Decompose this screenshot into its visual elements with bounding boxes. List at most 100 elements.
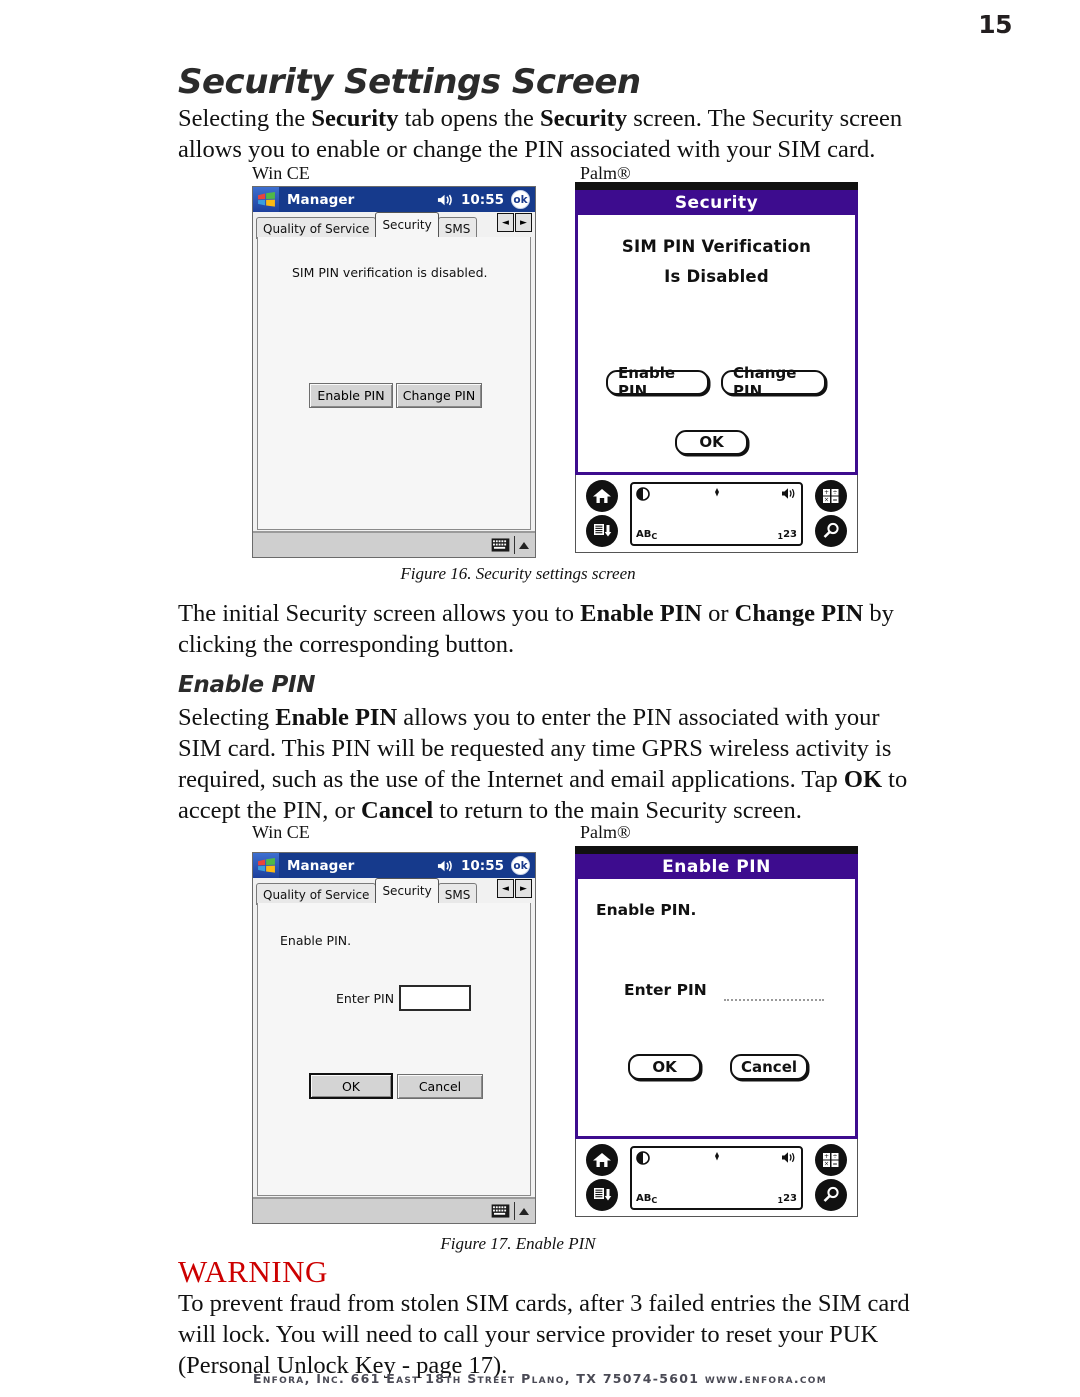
tab-sms[interactable]: SMS (437, 883, 478, 905)
enable-pin-bold-2: OK (843, 766, 883, 793)
menu-icon[interactable] (586, 1178, 618, 1211)
enable-pin-text-4: to return to the main Security screen. (433, 797, 802, 824)
tab-security[interactable]: Security (375, 878, 439, 903)
home-icon[interactable] (586, 1144, 618, 1177)
volume-icon[interactable] (781, 1151, 797, 1164)
palm-graffiti-area[interactable]: ABC 123 (630, 1145, 803, 1210)
wince-enable-status-area: 10:55 ok (437, 853, 530, 878)
palm-enable-screen: Enable PIN Enable PIN. Enter PIN OK Canc… (575, 854, 858, 1139)
tab-scroll-right-button[interactable]: ► (515, 879, 532, 898)
home-icon[interactable] (586, 480, 618, 513)
palm-enable-body: Enable PIN. Enter PIN OK Cancel (578, 879, 855, 1136)
graffiti-alpha-ab: AB (636, 1192, 652, 1204)
tab-quality-of-service[interactable]: Quality of Service (256, 883, 377, 905)
find-icon[interactable] (815, 514, 847, 547)
wince-security-enable-pin-button[interactable]: Enable PIN (309, 383, 393, 408)
menu-glyph (594, 1187, 612, 1201)
calculator-icon[interactable]: + ÷ × = (815, 480, 847, 513)
speaker-icon[interactable] (437, 859, 454, 873)
figure-17-caption: Figure 17. Enable PIN (440, 1234, 596, 1253)
beam-icon[interactable] (711, 1151, 723, 1163)
home-glyph (593, 1153, 611, 1168)
wince-enable-clock: 10:55 (461, 857, 504, 874)
contrast-icon[interactable] (636, 486, 650, 501)
palm-security-bezel (575, 182, 858, 190)
palm-enable-silkscreen: ABC 123 + ÷ × = (575, 1139, 858, 1217)
intro-text-2: tab opens the (398, 105, 540, 132)
keyboard-icon[interactable] (491, 1204, 510, 1218)
graffiti-num-23: 23 (783, 1192, 797, 1204)
wince-security-ok-button[interactable]: ok (511, 190, 530, 209)
tab-sms[interactable]: SMS (437, 217, 478, 239)
graffiti-alpha-c: C (651, 1195, 658, 1205)
palm-security-enable-pin-button[interactable]: Enable PIN (606, 364, 709, 400)
calculator-glyph: + ÷ × = (823, 1153, 839, 1168)
wince-enable-field-label: Enter PIN (336, 991, 395, 1006)
enable-pin-bold-1: Enable PIN (275, 704, 398, 731)
tab-security[interactable]: Security (375, 212, 439, 237)
taskbar-divider (514, 536, 515, 554)
palm-enable-ok-button[interactable]: OK (628, 1054, 701, 1080)
wince-security-tabstrip: Quality of Service Security SMS ◄ ► (253, 212, 535, 239)
palm-security-line2: Is Disabled (664, 267, 769, 286)
palm-enable-bezel (575, 846, 858, 854)
svg-text:=: = (832, 497, 837, 504)
palm-security-device: Security SIM PIN Verification Is Disable… (575, 182, 858, 555)
menu-glyph (594, 523, 612, 537)
calculator-icon[interactable]: + ÷ × = (815, 1144, 847, 1177)
palm-security-screen: Security SIM PIN Verification Is Disable… (575, 190, 858, 475)
figure17-palm-label: Palm® (580, 822, 631, 842)
beam-icon[interactable] (711, 487, 723, 499)
speaker-icon[interactable] (437, 193, 454, 207)
after-fig16-text-2: or (701, 600, 735, 627)
palm-security-line1: SIM PIN Verification (621, 237, 812, 256)
taskbar-up-arrow-icon[interactable] (519, 1207, 529, 1215)
figure16-wince-label: Win CE (252, 163, 310, 183)
find-icon[interactable] (815, 1178, 847, 1211)
windows-start-icon[interactable] (253, 853, 279, 878)
figure-16-caption: Figure 16. Security settings screen (400, 564, 636, 583)
palm-enable-cancel-button[interactable]: Cancel (730, 1054, 808, 1080)
after-fig16-bold-1: Enable PIN (580, 600, 702, 627)
palm-graffiti-area[interactable]: ABC 123 (630, 481, 803, 546)
volume-icon[interactable] (781, 487, 797, 500)
palm-silk-left-buttons (576, 1139, 628, 1216)
wince-enable-ok-titlebar-button[interactable]: ok (511, 856, 530, 875)
wince-security-change-pin-button[interactable]: Change PIN (396, 383, 482, 408)
wince-enable-client-area: Enable PIN. Enter PIN OK Cancel (257, 903, 531, 1196)
windows-flag-icon (257, 192, 275, 207)
wince-security-status-area: 10:55 ok (437, 187, 530, 212)
palm-enable-pin-input[interactable] (724, 993, 824, 1001)
palm-security-change-pin-button[interactable]: Change PIN (721, 364, 826, 400)
graffiti-alpha-c: C (651, 531, 658, 541)
tab-scroll-left-button[interactable]: ◄ (497, 213, 514, 232)
wince-enable-title: Manager (287, 857, 355, 874)
enable-pin-paragraph: Selecting Enable PIN allows you to enter… (178, 702, 923, 826)
warning-paragraph: To prevent fraud from stolen SIM cards, … (178, 1290, 910, 1379)
tab-scroll-left-button[interactable]: ◄ (497, 879, 514, 898)
svg-text:×: × (824, 1161, 829, 1168)
contrast-icon[interactable] (636, 1150, 650, 1165)
page-footer: Enfora, Inc. 661 East 18th Street Plano,… (253, 1371, 827, 1386)
menu-icon[interactable] (586, 514, 618, 547)
magnifier-glyph (823, 1186, 839, 1202)
page-title: Security Settings Screen (178, 62, 641, 102)
palm-security-silkscreen: ABC 123 + ÷ × = (575, 475, 858, 553)
home-glyph (593, 489, 611, 504)
section-title-enable-pin: Enable PIN (178, 672, 316, 698)
keyboard-icon[interactable] (491, 538, 510, 552)
palm-security-ok-button[interactable]: OK (675, 430, 748, 455)
tab-quality-of-service[interactable]: Quality of Service (256, 217, 377, 239)
graffiti-alpha-ab: AB (636, 528, 652, 540)
page-number: 15 (978, 10, 1012, 39)
intro-paragraph: Selecting the Security tab opens the Sec… (178, 103, 918, 165)
wince-security-status-text: SIM PIN verification is disabled. (292, 265, 488, 280)
taskbar-up-arrow-icon[interactable] (519, 541, 529, 549)
windows-start-icon[interactable] (253, 187, 279, 212)
figure17-wince-label: Win CE (252, 822, 310, 842)
wince-enable-pin-input[interactable] (399, 985, 471, 1011)
wince-enable-cancel-button[interactable]: Cancel (397, 1074, 483, 1099)
tab-scroll-right-button[interactable]: ► (515, 213, 532, 232)
windows-flag-icon (257, 858, 275, 873)
wince-enable-ok-button[interactable]: OK (309, 1073, 393, 1099)
